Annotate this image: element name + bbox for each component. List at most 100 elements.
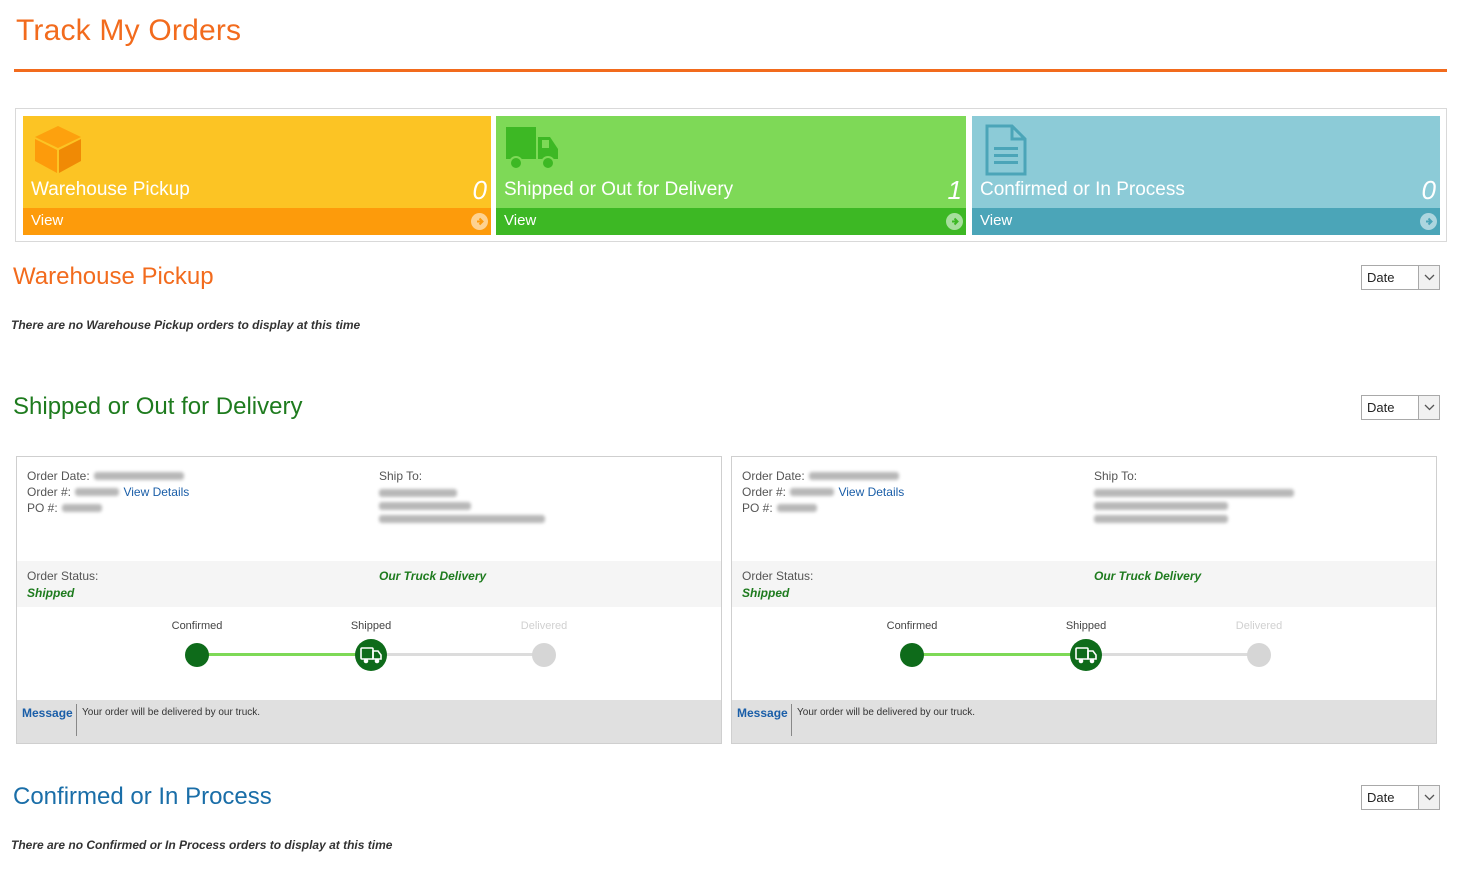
tile-label: Warehouse Pickup [31, 179, 190, 200]
sort-select-value: Date [1367, 270, 1395, 285]
tile-label: Shipped or Out for Delivery [504, 179, 734, 200]
step-dot-confirmed [900, 643, 924, 667]
tile-shipped[interactable]: Shipped or Out for Delivery 1 View [496, 116, 966, 235]
progress-line-pending [1086, 653, 1259, 656]
message-band: Message Your order will be delivered by … [17, 700, 721, 743]
step-dot-confirmed [185, 643, 209, 667]
step-label-confirmed: Confirmed [171, 620, 223, 632]
document-icon [984, 123, 1038, 177]
delivery-method: Our Truck Delivery [379, 569, 487, 583]
order-progress-tracker: Confirmed Shipped Delivered [17, 607, 721, 701]
redacted-address-line [379, 515, 545, 523]
section-title-confirmed: Confirmed or In Process [13, 783, 272, 810]
chevron-down-icon[interactable] [1418, 786, 1439, 809]
message-divider [76, 704, 77, 736]
redacted-address-line [1094, 489, 1294, 497]
sort-select-confirmed[interactable]: Date [1361, 785, 1440, 810]
truck-icon [504, 123, 558, 177]
section-title-warehouse: Warehouse Pickup [13, 263, 214, 290]
message-link[interactable]: Message [22, 706, 73, 720]
summary-tiles: Warehouse Pickup 0 View Shipped or Out f… [15, 108, 1447, 242]
redacted-address-line [1094, 502, 1228, 510]
sort-select-warehouse[interactable]: Date [1361, 265, 1440, 290]
order-card: Order Date: Order #: View Details PO #: … [731, 456, 1437, 744]
step-label-shipped: Shipped [350, 620, 392, 632]
order-info: Order Date: Order #: View Details PO #: [742, 468, 904, 516]
po-label: PO #: [742, 501, 773, 515]
redacted-order-number [790, 487, 835, 496]
progress-line-complete [912, 653, 1086, 656]
tile-confirmed[interactable]: Confirmed or In Process 0 View [972, 116, 1440, 235]
message-link[interactable]: Message [737, 706, 788, 720]
redacted-address-line [379, 489, 457, 497]
order-progress-tracker: Confirmed Shipped Delivered [732, 607, 1436, 701]
ship-to: Ship To: [379, 468, 545, 526]
step-label-confirmed: Confirmed [886, 620, 938, 632]
redacted-order-date [93, 471, 184, 480]
truck-icon [1070, 639, 1102, 671]
order-number-label: Order #: [27, 485, 72, 499]
redacted-order-number [75, 487, 120, 496]
order-status-label: Order Status: [27, 569, 99, 583]
step-dot-delivered [1247, 643, 1271, 667]
ship-to-label: Ship To: [1094, 469, 1138, 483]
tile-view-bar[interactable]: View [972, 208, 1440, 235]
ship-to-label: Ship To: [379, 469, 423, 483]
tile-view-link[interactable]: View [504, 212, 536, 229]
page-title: Track My Orders [16, 14, 242, 47]
view-details-link[interactable]: View Details [123, 485, 189, 499]
step-label-shipped: Shipped [1065, 620, 1107, 632]
order-status-label: Order Status: [742, 569, 814, 583]
title-divider [14, 69, 1447, 72]
tile-count: 0 [1421, 175, 1436, 205]
chevron-down-icon[interactable] [1418, 396, 1439, 419]
message-text: Your order will be delivered by our truc… [797, 707, 976, 718]
redacted-po-number [776, 503, 817, 512]
truck-icon [355, 639, 387, 671]
order-status-value: Shipped [742, 586, 790, 600]
redacted-address-line [379, 502, 471, 510]
sort-select-value: Date [1367, 790, 1395, 805]
tile-view-bar[interactable]: View [23, 208, 491, 235]
order-date-label: Order Date: [27, 469, 90, 483]
order-status-band: Order Status: Shipped Our Truck Delivery [732, 561, 1436, 607]
order-status-value: Shipped [27, 586, 75, 600]
box-icon [31, 123, 85, 177]
po-label: PO #: [27, 501, 58, 515]
step-label-delivered: Delivered [520, 620, 568, 632]
step-dot-delivered [532, 643, 556, 667]
redacted-address-line [1094, 515, 1228, 523]
tile-label: Confirmed or In Process [980, 179, 1185, 200]
progress-line-pending [371, 653, 544, 656]
order-number-label: Order #: [742, 485, 787, 499]
arrow-right-circle-icon[interactable] [471, 213, 488, 230]
redacted-po-number [61, 503, 102, 512]
order-status-band: Order Status: Shipped Our Truck Delivery [17, 561, 721, 607]
tile-count: 1 [947, 175, 962, 205]
message-divider [791, 704, 792, 736]
progress-line-complete [197, 653, 371, 656]
tile-view-link[interactable]: View [31, 212, 63, 229]
empty-message-confirmed: There are no Confirmed or In Process ord… [11, 838, 393, 852]
message-band: Message Your order will be delivered by … [732, 700, 1436, 743]
redacted-order-date [808, 471, 899, 480]
step-label-delivered: Delivered [1235, 620, 1283, 632]
order-card: Order Date: Order #: View Details PO #: … [16, 456, 722, 744]
tile-view-bar[interactable]: View [496, 208, 966, 235]
message-text: Your order will be delivered by our truc… [82, 707, 261, 718]
delivery-method: Our Truck Delivery [1094, 569, 1202, 583]
order-info: Order Date: Order #: View Details PO #: [27, 468, 189, 516]
sort-select-shipped[interactable]: Date [1361, 395, 1440, 420]
tile-view-link[interactable]: View [980, 212, 1012, 229]
arrow-right-circle-icon[interactable] [946, 213, 963, 230]
arrow-right-circle-icon[interactable] [1420, 213, 1437, 230]
chevron-down-icon[interactable] [1418, 266, 1439, 289]
section-title-shipped: Shipped or Out for Delivery [13, 393, 303, 420]
ship-to: Ship To: [1094, 468, 1294, 526]
order-date-label: Order Date: [742, 469, 805, 483]
sort-select-value: Date [1367, 400, 1395, 415]
tile-count: 0 [472, 175, 487, 205]
empty-message-warehouse: There are no Warehouse Pickup orders to … [11, 318, 361, 332]
tile-warehouse-pickup[interactable]: Warehouse Pickup 0 View [23, 116, 491, 235]
view-details-link[interactable]: View Details [838, 485, 904, 499]
